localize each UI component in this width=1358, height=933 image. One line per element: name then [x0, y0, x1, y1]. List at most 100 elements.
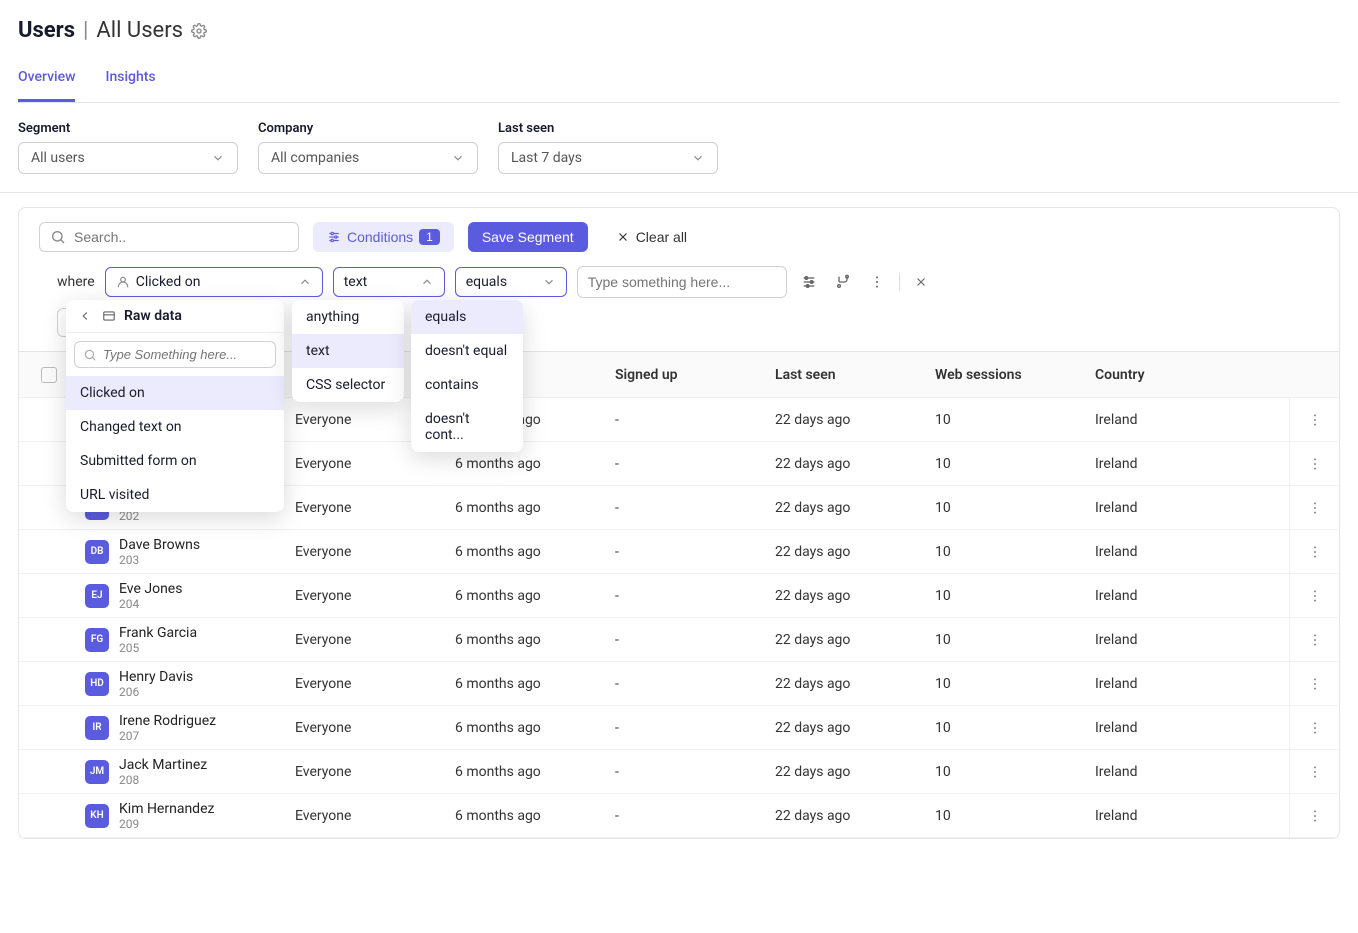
col-country: Country [1087, 363, 1289, 387]
condition-event-select[interactable]: Clicked on [105, 267, 323, 297]
table-row[interactable]: KHKim Hernandez209Everyone6 months ago-2… [19, 794, 1339, 838]
type-dropdown: anything text CSS selector [292, 300, 404, 402]
branch-icon[interactable] [831, 270, 855, 294]
type-option-anything[interactable]: anything [292, 300, 404, 334]
op-option-not-contain[interactable]: doesn't cont... [411, 402, 523, 452]
segment-select[interactable]: All users [18, 142, 238, 174]
search-input-wrap[interactable] [39, 222, 299, 252]
row-more-icon[interactable] [1289, 398, 1339, 441]
page-title-row: Users | All Users [18, 18, 1340, 43]
clear-all-button[interactable]: Clear all [602, 222, 701, 252]
tune-icon[interactable] [797, 270, 821, 294]
select-all-checkbox[interactable] [41, 367, 57, 383]
tabs: Overview Insights [18, 59, 1340, 103]
user-id: 209 [119, 817, 214, 831]
table-row[interactable]: FGFrank Garcia205Everyone6 months ago-22… [19, 618, 1339, 662]
cell-joined: 6 months ago [447, 496, 607, 520]
gear-icon[interactable] [191, 23, 207, 39]
avatar: JM [85, 760, 109, 784]
more-vertical-icon[interactable] [865, 270, 889, 294]
cell-country: Ireland [1087, 496, 1289, 520]
event-option-changed-text[interactable]: Changed text on [66, 410, 284, 444]
cell-joined: 6 months ago [447, 452, 607, 476]
avatar: FG [85, 628, 109, 652]
users-panel: Conditions 1 Save Segment Clear all wher… [18, 207, 1340, 839]
type-option-css[interactable]: CSS selector [292, 368, 404, 402]
user-id: 206 [119, 685, 193, 699]
col-signed: Signed up [607, 363, 767, 387]
cell-signed-up: - [607, 584, 767, 608]
event-dropdown: Raw data Clicked on Changed text on Subm… [66, 300, 284, 512]
row-more-icon[interactable] [1289, 574, 1339, 617]
table-row[interactable]: EJEve Jones204Everyone6 months ago-22 da… [19, 574, 1339, 618]
cell-joined: 6 months ago [447, 584, 607, 608]
row-more-icon[interactable] [1289, 794, 1339, 837]
search-input[interactable] [74, 229, 288, 245]
remove-condition-icon[interactable] [910, 271, 932, 293]
cell-signed-up: - [607, 760, 767, 784]
cell-joined: 6 months ago [447, 716, 607, 740]
row-more-icon[interactable] [1289, 662, 1339, 705]
chevron-up-icon [420, 275, 434, 289]
event-dropdown-search[interactable] [74, 341, 276, 368]
cell-joined: 6 months ago [447, 672, 607, 696]
tab-insights[interactable]: Insights [105, 59, 155, 102]
event-option-clicked-on[interactable]: Clicked on [66, 376, 284, 410]
cell-email: Everyone [287, 804, 447, 828]
row-more-icon[interactable] [1289, 442, 1339, 485]
cell-last-seen: 22 days ago [767, 496, 927, 520]
user-id: 204 [119, 597, 182, 611]
company-select[interactable]: All companies [258, 142, 478, 174]
row-more-icon[interactable] [1289, 750, 1339, 793]
tab-overview[interactable]: Overview [18, 59, 75, 102]
cell-signed-up: - [607, 628, 767, 652]
op-option-contains[interactable]: contains [411, 368, 523, 402]
conditions-button[interactable]: Conditions 1 [313, 222, 454, 252]
lastseen-label: Last seen [498, 121, 718, 136]
type-option-text[interactable]: text [292, 334, 404, 368]
table-row[interactable]: IRIrene Rodriguez207Everyone6 months ago… [19, 706, 1339, 750]
user-name: Irene Rodriguez [119, 713, 216, 729]
lastseen-value: Last 7 days [511, 150, 582, 166]
cell-last-seen: 22 days ago [767, 540, 927, 564]
row-more-icon[interactable] [1289, 706, 1339, 749]
clear-all-label: Clear all [636, 229, 687, 245]
conditions-count: 1 [419, 229, 440, 245]
back-icon[interactable] [78, 309, 92, 323]
condition-type-select[interactable]: text [333, 267, 445, 297]
save-segment-button[interactable]: Save Segment [468, 222, 588, 252]
lastseen-select[interactable]: Last 7 days [498, 142, 718, 174]
cell-email: Everyone [287, 584, 447, 608]
op-option-not-equal[interactable]: doesn't equal [411, 334, 523, 368]
event-dropdown-search-input[interactable] [103, 347, 267, 362]
event-option-url-visited[interactable]: URL visited [66, 478, 284, 512]
cell-email: Everyone [287, 452, 447, 476]
table-row[interactable]: JMJack Martinez208Everyone6 months ago-2… [19, 750, 1339, 794]
chevron-down-icon [211, 151, 225, 165]
cell-sessions: 10 [927, 408, 1087, 432]
cell-signed-up: - [607, 804, 767, 828]
table-row[interactable]: DBDave Browns203Everyone6 months ago-22 … [19, 530, 1339, 574]
table-row[interactable]: HDHenry Davis206Everyone6 months ago-22 … [19, 662, 1339, 706]
user-name: Henry Davis [119, 669, 193, 685]
row-more-icon[interactable] [1289, 618, 1339, 661]
row-more-icon[interactable] [1289, 486, 1339, 529]
condition-value-input[interactable] [577, 266, 787, 298]
cell-email: Everyone [287, 716, 447, 740]
cell-country: Ireland [1087, 408, 1289, 432]
condition-operator-select[interactable]: equals [455, 267, 567, 297]
cell-signed-up: - [607, 496, 767, 520]
user-id: 205 [119, 641, 197, 655]
user-name: Frank Garcia [119, 625, 197, 641]
cell-country: Ireland [1087, 540, 1289, 564]
row-more-icon[interactable] [1289, 530, 1339, 573]
condition-type-value: text [344, 274, 368, 290]
event-option-submitted-form[interactable]: Submitted form on [66, 444, 284, 478]
cell-signed-up: - [607, 672, 767, 696]
user-id: 208 [119, 773, 207, 787]
user-name: Jack Martinez [119, 757, 207, 773]
cell-last-seen: 22 days ago [767, 672, 927, 696]
op-option-equals[interactable]: equals [411, 300, 523, 334]
cell-signed-up: - [607, 540, 767, 564]
where-label: where [57, 274, 95, 290]
